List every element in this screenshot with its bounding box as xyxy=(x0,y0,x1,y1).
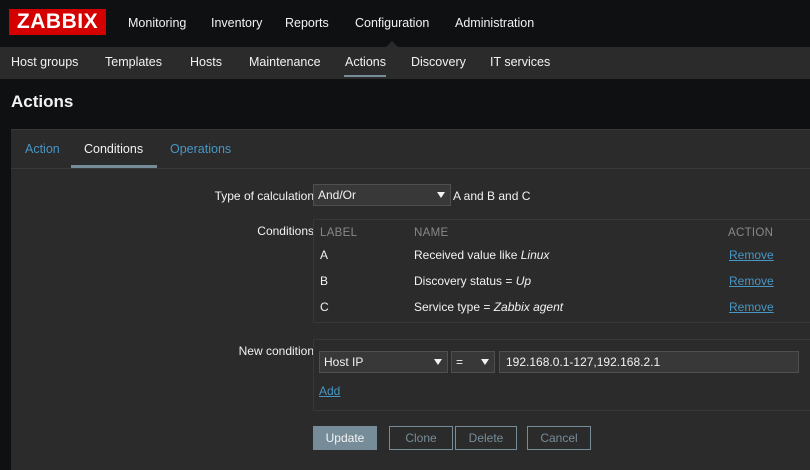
calc-type-select[interactable]: And/Or xyxy=(313,184,451,206)
condition-type-value: Host IP xyxy=(324,355,364,369)
form-tabs: Action Conditions Operations xyxy=(11,130,810,169)
calc-formula: A and B and C xyxy=(453,189,531,203)
condition-name: Discovery status = Up xyxy=(414,274,532,288)
condition-label: B xyxy=(320,274,329,288)
condition-label: C xyxy=(320,300,329,314)
clone-button[interactable]: Clone xyxy=(389,426,453,450)
column-header-action: ACTION xyxy=(728,227,774,239)
condition-label: A xyxy=(320,248,329,262)
remove-condition-link[interactable]: Remove xyxy=(729,300,774,314)
cancel-button[interactable]: Cancel xyxy=(527,426,591,450)
conditions-label: Conditions xyxy=(257,224,314,238)
menu-configuration[interactable]: Configuration xyxy=(355,0,429,47)
top-navigation-bar: ZABBIX Monitoring Inventory Reports Conf… xyxy=(0,0,810,47)
submenu-it-services[interactable]: IT services xyxy=(490,47,550,79)
zabbix-logo[interactable]: ZABBIX xyxy=(9,9,106,35)
menu-reports[interactable]: Reports xyxy=(285,0,329,47)
submenu-maintenance[interactable]: Maintenance xyxy=(249,47,321,79)
remove-condition-link[interactable]: Remove xyxy=(729,274,774,288)
new-condition-box: Host IP = 192.168.0.1-127,192.168.2.1 Ad… xyxy=(313,339,810,411)
tab-action[interactable]: Action xyxy=(25,130,60,166)
column-header-name: NAME xyxy=(414,227,449,239)
add-condition-link[interactable]: Add xyxy=(319,384,340,398)
condition-value-input[interactable]: 192.168.0.1-127,192.168.2.1 xyxy=(499,351,799,373)
page-title: Actions xyxy=(11,92,74,111)
condition-name: Service type = Zabbix agent xyxy=(414,300,564,314)
remove-condition-link[interactable]: Remove xyxy=(729,248,774,262)
tab-conditions[interactable]: Conditions xyxy=(84,130,143,166)
menu-monitoring[interactable]: Monitoring xyxy=(128,0,186,47)
submenu-discovery[interactable]: Discovery xyxy=(411,47,466,79)
calc-type-label: Type of calculation xyxy=(214,189,314,203)
condition-name: Received value like Linux xyxy=(414,248,550,262)
chevron-down-icon xyxy=(437,192,445,198)
operator-value: = xyxy=(456,355,464,369)
chevron-down-icon xyxy=(481,359,489,365)
menu-administration[interactable]: Administration xyxy=(455,0,534,47)
action-form-panel: Action Conditions Operations Type of cal… xyxy=(11,129,810,470)
conditions-table: LABEL NAME ACTION A Received value like … xyxy=(313,219,810,323)
tab-operations[interactable]: Operations xyxy=(170,130,231,166)
delete-button[interactable]: Delete xyxy=(455,426,517,450)
menu-inventory[interactable]: Inventory xyxy=(211,0,262,47)
submenu-host-groups[interactable]: Host groups xyxy=(11,47,78,79)
submenu-templates[interactable]: Templates xyxy=(105,47,162,79)
chevron-down-icon xyxy=(434,359,442,365)
column-header-label: LABEL xyxy=(320,227,358,239)
submenu-hosts[interactable]: Hosts xyxy=(190,47,222,79)
active-submenu-underline xyxy=(344,75,386,77)
operator-select[interactable]: = xyxy=(451,351,495,373)
sub-navigation-bar: Host groups Templates Hosts Maintenance … xyxy=(0,47,810,79)
calc-type-value: And/Or xyxy=(318,188,357,202)
update-button[interactable]: Update xyxy=(313,426,377,450)
active-tab-underline xyxy=(71,165,157,168)
condition-type-select[interactable]: Host IP xyxy=(319,351,448,373)
new-condition-label: New condition xyxy=(238,344,314,358)
